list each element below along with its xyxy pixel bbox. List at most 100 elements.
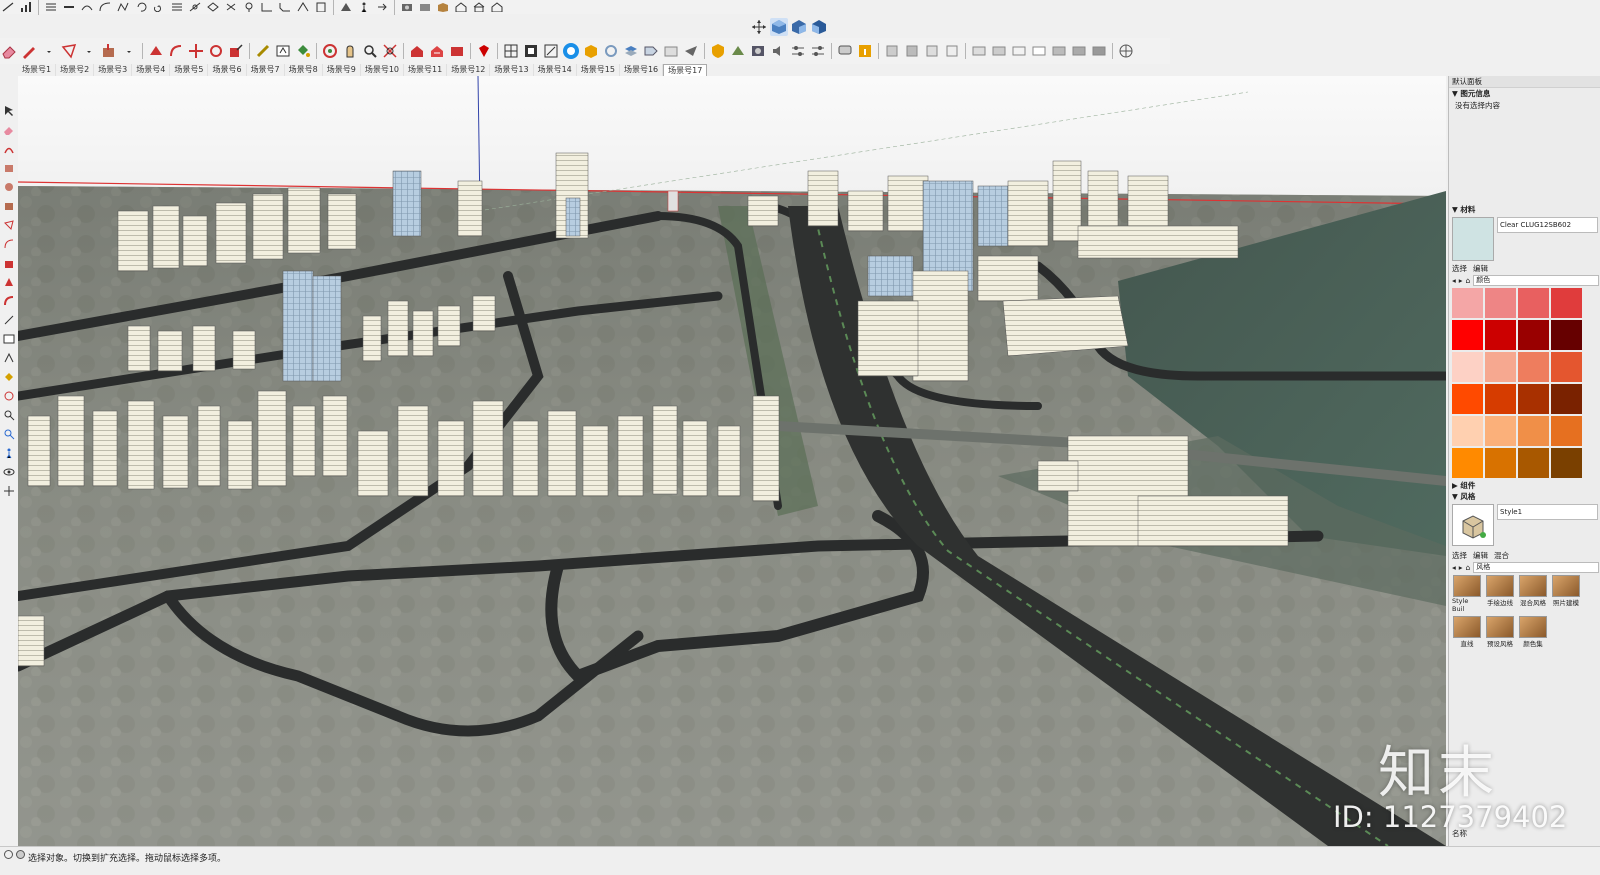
geo-location-icon[interactable] xyxy=(1117,42,1135,60)
scene-tab[interactable]: 场景号10 xyxy=(361,64,405,76)
iso-view-icon[interactable] xyxy=(770,18,788,36)
color-swatch[interactable] xyxy=(1485,448,1516,478)
scene-tab[interactable]: 场景号16 xyxy=(620,64,664,76)
scene-tab[interactable]: 场景号7 xyxy=(247,64,285,76)
styles-header[interactable]: ▼ 风格 xyxy=(1449,491,1600,502)
style-item[interactable]: 预设风格 xyxy=(1485,616,1515,648)
shaded-icon[interactable] xyxy=(1050,42,1068,60)
color-swatch[interactable] xyxy=(1551,384,1582,414)
polygon-icon[interactable] xyxy=(2,218,16,232)
entity-info-header[interactable]: ▼ 图元信息 xyxy=(1449,88,1600,99)
circle-icon[interactable] xyxy=(2,180,16,194)
style-thumbnail[interactable] xyxy=(1452,504,1494,546)
tab-edit[interactable]: 编辑 xyxy=(1473,263,1488,274)
sliders-icon[interactable] xyxy=(789,42,807,60)
move-icon[interactable] xyxy=(187,42,205,60)
tab-select[interactable]: 选择 xyxy=(1452,263,1467,274)
style-item[interactable]: Style Buil xyxy=(1452,575,1482,613)
color-swatch[interactable] xyxy=(1518,352,1549,382)
eraser-icon[interactable] xyxy=(2,123,16,137)
color-swatch[interactable] xyxy=(1518,416,1549,446)
color-swatch[interactable] xyxy=(1452,448,1483,478)
building-icon[interactable] xyxy=(313,1,329,13)
home-icon[interactable]: ⌂ xyxy=(1466,276,1471,285)
dropdown-arrow-icon[interactable] xyxy=(80,42,98,60)
text-icon[interactable] xyxy=(274,42,292,60)
dash-icon[interactable] xyxy=(61,1,77,13)
forward-arrow-icon[interactable]: ▸ xyxy=(1459,563,1463,572)
top-view-icon[interactable] xyxy=(790,18,808,36)
zoom-icon[interactable] xyxy=(361,42,379,60)
align-icon[interactable] xyxy=(43,1,59,13)
camera-alt-icon[interactable] xyxy=(417,1,433,13)
material-swatch-preview[interactable] xyxy=(1452,217,1494,261)
color-swatch[interactable] xyxy=(1452,320,1483,350)
walk-icon[interactable] xyxy=(2,446,16,460)
scene-tab[interactable]: 场景号4 xyxy=(132,64,171,76)
ruby-icon[interactable] xyxy=(475,42,493,60)
style-item[interactable]: 颜色集 xyxy=(1518,616,1548,648)
color-swatch[interactable] xyxy=(1551,320,1582,350)
join-icon[interactable] xyxy=(205,1,221,13)
scene-tab[interactable]: 场景号15 xyxy=(577,64,620,76)
scene-tab[interactable]: 场景号8 xyxy=(285,64,323,76)
color-swatch[interactable] xyxy=(1518,384,1549,414)
tool-icon[interactable] xyxy=(0,1,16,13)
sliders-alt-icon[interactable] xyxy=(809,42,827,60)
rectangle-icon[interactable] xyxy=(2,161,16,175)
scene-tab[interactable]: 场景号6 xyxy=(208,64,247,76)
color-swatch[interactable] xyxy=(1452,416,1483,446)
scene-tab[interactable]: 场景号14 xyxy=(534,64,577,76)
share-model-icon[interactable] xyxy=(428,42,446,60)
arc-icon[interactable] xyxy=(2,237,16,251)
house-icon[interactable] xyxy=(453,1,469,13)
color-swatch[interactable] xyxy=(1452,288,1483,318)
material-library-select[interactable]: 颜色 xyxy=(1473,274,1599,286)
axes-icon[interactable] xyxy=(2,351,16,365)
color-swatch[interactable] xyxy=(1485,352,1516,382)
paint-bucket-icon[interactable] xyxy=(2,370,16,384)
split-icon[interactable] xyxy=(223,1,239,13)
color-swatch[interactable] xyxy=(1485,416,1516,446)
sound-icon[interactable] xyxy=(769,42,787,60)
path-icon[interactable] xyxy=(115,1,131,13)
color-swatch[interactable] xyxy=(1485,288,1516,318)
send-icon[interactable] xyxy=(682,42,700,60)
tag-icon[interactable] xyxy=(642,42,660,60)
gold-box-icon[interactable] xyxy=(582,42,600,60)
tape-measure-icon[interactable] xyxy=(2,313,16,327)
position-camera-icon[interactable] xyxy=(2,484,16,498)
zoom-icon[interactable] xyxy=(2,408,16,422)
refresh-icon[interactable] xyxy=(602,42,620,60)
style-library-select[interactable]: 风格 xyxy=(1473,561,1599,573)
hidden-line-icon[interactable] xyxy=(1030,42,1048,60)
info-icon[interactable] xyxy=(856,42,874,60)
sandbox-icon[interactable] xyxy=(729,42,747,60)
polygon-icon[interactable] xyxy=(60,42,78,60)
push-pull-icon[interactable] xyxy=(2,256,16,270)
style-item[interactable]: 手绘边线 xyxy=(1485,575,1515,613)
style-item[interactable]: 混合风格 xyxy=(1518,575,1548,613)
walker-icon[interactable] xyxy=(356,1,372,13)
materials-header[interactable]: ▼ 材料 xyxy=(1449,204,1600,215)
scene-tab[interactable]: 场景号12 xyxy=(447,64,491,76)
rake-icon[interactable] xyxy=(295,1,311,13)
globe-blue-icon[interactable] xyxy=(562,42,580,60)
undo-icon[interactable] xyxy=(133,1,149,13)
follow-me-icon[interactable] xyxy=(147,42,165,60)
arrow-icon[interactable] xyxy=(374,1,390,13)
section-cut-icon[interactable] xyxy=(923,42,941,60)
pan-icon[interactable] xyxy=(341,42,359,60)
paint-bucket-icon[interactable] xyxy=(294,42,312,60)
tape-measure-icon[interactable] xyxy=(254,42,272,60)
scene-tab[interactable]: 场景号3 xyxy=(94,64,133,76)
color-swatch[interactable] xyxy=(1518,448,1549,478)
select-icon[interactable] xyxy=(2,104,16,118)
orbit-icon[interactable] xyxy=(2,389,16,403)
layout-icon[interactable] xyxy=(522,42,540,60)
back-arrow-icon[interactable]: ◂ xyxy=(1452,276,1456,285)
text-icon[interactable] xyxy=(2,332,16,346)
style-name-field[interactable]: Style1 xyxy=(1497,504,1598,520)
push-pull-icon[interactable] xyxy=(100,42,118,60)
scene-tab[interactable]: 场景号9 xyxy=(323,64,361,76)
